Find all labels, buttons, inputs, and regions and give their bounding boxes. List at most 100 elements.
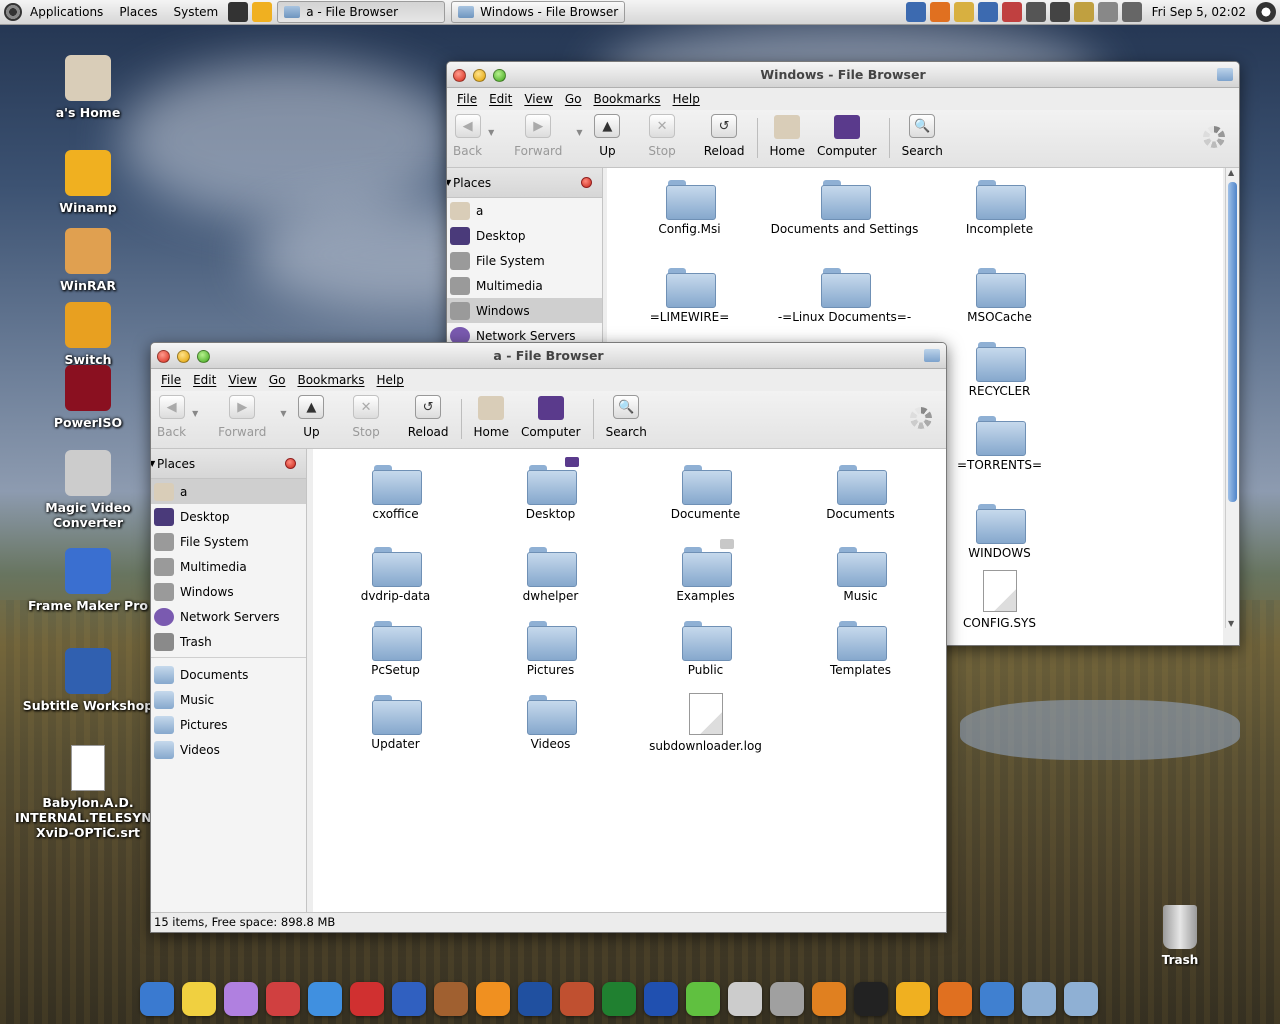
folder-item[interactable]: Documents (783, 463, 938, 521)
menu-edit[interactable]: Edit (187, 373, 222, 387)
sidebar-item-windows[interactable]: Windows (447, 298, 602, 323)
forward-button[interactable]: ▶ Forward (500, 114, 576, 158)
dock-itunes-icon[interactable] (308, 982, 342, 1016)
folder-item[interactable]: Music (783, 545, 938, 603)
desktop-icon-home[interactable]: a's Home (13, 55, 163, 120)
pencil-tray-icon[interactable] (1001, 2, 1022, 22)
close-sidebar-button[interactable] (581, 177, 592, 188)
power-icon[interactable] (1256, 2, 1276, 22)
folder-item[interactable]: Config.Msi (612, 178, 767, 236)
forward-button[interactable]: ▶ Forward (204, 395, 280, 439)
home-button[interactable]: Home (764, 114, 811, 158)
desktop-icon-clapper[interactable]: Subtitle Workshop (13, 648, 163, 713)
folder-item[interactable]: Incomplete (922, 178, 1077, 236)
sidebar-item-desktop[interactable]: Desktop (151, 504, 306, 529)
maximize-button[interactable] (493, 69, 506, 82)
dock-vlc-icon[interactable] (476, 982, 510, 1016)
close-sidebar-button[interactable] (285, 458, 296, 469)
chevron-down-icon[interactable]: ▼ (192, 395, 204, 418)
task-a-file-browser[interactable]: a - File Browser (277, 1, 446, 23)
folder-item[interactable]: Videos (473, 693, 628, 751)
sidebar-item-file-system[interactable]: File System (151, 529, 306, 554)
dock-terminal-icon[interactable] (854, 982, 888, 1016)
menu-file[interactable]: File (451, 92, 483, 106)
sidebar-item-desktop[interactable]: Desktop (447, 223, 602, 248)
folder-item[interactable]: Templates (783, 619, 938, 677)
menu-file[interactable]: File (155, 373, 187, 387)
winamp-launcher-icon[interactable] (252, 2, 273, 22)
folder-item[interactable]: Examples (628, 539, 783, 603)
desktop-icon-poweriso[interactable]: PowerISO (13, 365, 163, 430)
search-button[interactable]: 🔍 Search (600, 395, 653, 439)
folder-item[interactable]: cxoffice (318, 463, 473, 521)
folder-item[interactable]: Public (628, 619, 783, 677)
menu-help[interactable]: Help (667, 92, 706, 106)
sidebar-item-windows[interactable]: Windows (151, 579, 306, 604)
folder-item[interactable]: Updater (318, 693, 473, 751)
dock-download-icon[interactable] (770, 982, 804, 1016)
desktop-icon-document[interactable]: Babylon.A.D. INTERNAL.TELESYNC XviD-OPTi… (13, 745, 163, 840)
back-button[interactable]: ◀ Back (151, 395, 192, 439)
stop-button[interactable]: ✕ Stop (626, 114, 697, 158)
folder-item[interactable]: Desktop (473, 457, 628, 521)
dock-messenger-icon[interactable] (224, 982, 258, 1016)
menu-edit[interactable]: Edit (483, 92, 518, 106)
computer-button[interactable]: Computer (515, 395, 587, 439)
stop-button[interactable]: ✕ Stop (330, 395, 401, 439)
dock-switch-icon[interactable] (812, 982, 846, 1016)
menu-go[interactable]: Go (263, 373, 292, 387)
sidebar-item-trash[interactable]: Trash (151, 629, 306, 654)
sidebar-item-multimedia[interactable]: Multimedia (151, 554, 306, 579)
desktop-trash[interactable]: Trash (1150, 905, 1210, 967)
dock-globe-icon[interactable] (140, 982, 174, 1016)
sidebar-item-multimedia[interactable]: Multimedia (447, 273, 602, 298)
bookmark-pictures[interactable]: Pictures (151, 712, 306, 737)
reload-button[interactable]: ↺ Reload (698, 114, 751, 158)
task-windows-file-browser[interactable]: Windows - File Browser (451, 1, 626, 23)
dock-archive-icon[interactable] (560, 982, 594, 1016)
dock-limewire-icon[interactable] (686, 982, 720, 1016)
desktop-icon-frame-maker[interactable]: Frame Maker Pro (13, 548, 163, 613)
back-button[interactable]: ◀ Back (447, 114, 488, 158)
notes-tray-icon[interactable] (1073, 2, 1094, 22)
dock-music-icon[interactable] (518, 982, 552, 1016)
dock-printer-icon[interactable] (728, 982, 762, 1016)
folder-item[interactable]: -=Linux Documents=- (767, 266, 922, 324)
dock-folder-icon[interactable] (1022, 982, 1056, 1016)
menu-view[interactable]: View (518, 92, 558, 106)
bookmark-documents[interactable]: Documents (151, 662, 306, 687)
menu-bookmarks[interactable]: Bookmarks (587, 92, 666, 106)
dock-media-player-icon[interactable] (392, 982, 426, 1016)
firefox-tray-icon[interactable] (929, 2, 950, 22)
minimize-button[interactable] (177, 350, 190, 363)
dock-creative-suite-icon[interactable] (350, 982, 384, 1016)
sidebar-item-file-system[interactable]: File System (447, 248, 602, 273)
bookmark-music[interactable]: Music (151, 687, 306, 712)
titlebar[interactable]: Windows - File Browser (447, 62, 1239, 88)
home-button[interactable]: Home (468, 395, 515, 439)
scroll-down-arrow[interactable]: ▼ (1228, 619, 1234, 628)
places-header[interactable]: Places▼ (447, 168, 602, 198)
reload-button[interactable]: ↺ Reload (402, 395, 455, 439)
desktop-icon-winrar[interactable]: WinRAR (13, 228, 163, 293)
dock-folder-icon[interactable] (1064, 982, 1098, 1016)
close-button[interactable] (157, 350, 170, 363)
vertical-scrollbar[interactable]: ▲ ▼ (1225, 168, 1239, 628)
dock-word-icon[interactable] (644, 982, 678, 1016)
sidebar-item-network-servers[interactable]: Network Servers (151, 604, 306, 629)
menu-bookmarks[interactable]: Bookmarks (291, 373, 370, 387)
menu-go[interactable]: Go (559, 92, 588, 106)
sidebar-item-a[interactable]: a (447, 198, 602, 223)
file-view[interactable]: cxoffice Desktop Documente Documents dvdrip-… (313, 449, 946, 914)
pidgin-tray-icon[interactable] (953, 2, 974, 22)
bookmark-videos[interactable]: Videos (151, 737, 306, 762)
menu-applications[interactable]: Applications (22, 0, 111, 25)
chevron-down-icon[interactable]: ▼ (576, 114, 588, 137)
menu-help[interactable]: Help (371, 373, 410, 387)
file-item[interactable]: subdownloader.log (628, 693, 783, 753)
places-dropdown[interactable]: Places (157, 457, 195, 471)
minimize-button[interactable] (473, 69, 486, 82)
dock-firefox-icon[interactable] (938, 982, 972, 1016)
scrollbar-thumb[interactable] (1228, 182, 1237, 502)
menu-places[interactable]: Places (111, 0, 165, 25)
